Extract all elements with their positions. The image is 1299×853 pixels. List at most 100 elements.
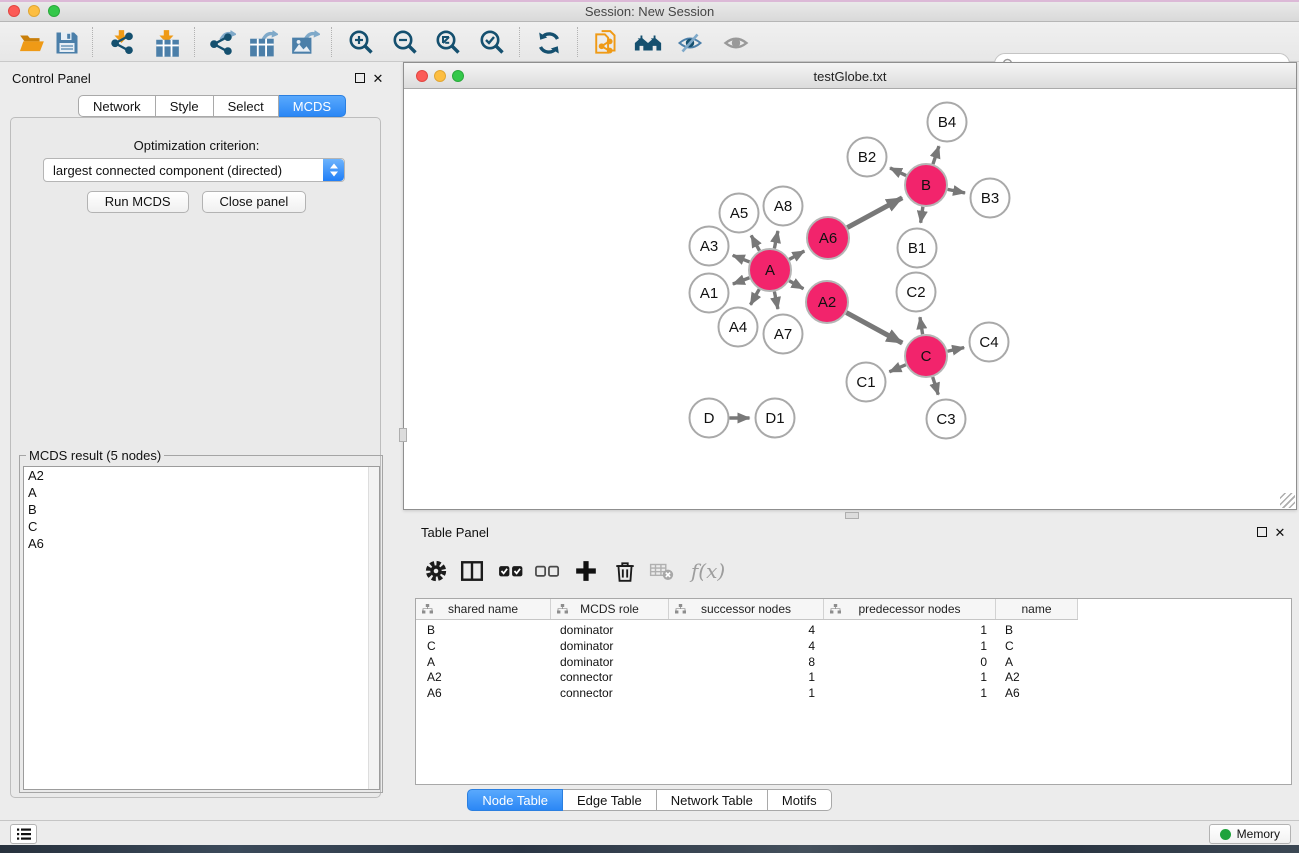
tab-motifs[interactable]: Motifs: [768, 789, 832, 811]
tab-node-table[interactable]: Node Table: [467, 789, 563, 811]
export-image-icon[interactable]: [290, 29, 320, 57]
graph-node-B2[interactable]: B2: [848, 138, 887, 177]
graph-node-B[interactable]: B: [905, 164, 947, 206]
mcds-result-item[interactable]: A: [24, 484, 379, 501]
graph-node-C1[interactable]: C1: [847, 363, 886, 402]
graph-node-C4[interactable]: C4: [970, 323, 1009, 362]
column-header-name[interactable]: name: [996, 599, 1078, 619]
tab-network[interactable]: Network: [78, 95, 156, 117]
zoom-in-icon[interactable]: [346, 29, 376, 57]
graph-node-A4[interactable]: A4: [719, 308, 758, 347]
edge-C-C1[interactable]: [889, 365, 905, 372]
close-panel-button[interactable]: Close panel: [202, 191, 307, 213]
column-header-shared-name[interactable]: shared name: [416, 599, 551, 619]
column-header-predecessor-nodes[interactable]: predecessor nodes: [824, 599, 996, 619]
graph-node-C2[interactable]: C2: [897, 273, 936, 312]
mcds-result-item[interactable]: A6: [24, 535, 379, 552]
import-network-from-file-icon[interactable]: [107, 29, 137, 57]
network-graph-canvas[interactable]: B4 B2 B B3 A8A5 A6 B1 A3 A C2 A1 A2 A4A7 C4 C C1 C3 D D1: [404, 89, 1296, 510]
column-header-successor-nodes[interactable]: successor nodes: [669, 599, 824, 619]
graph-node-A5[interactable]: A5: [720, 194, 759, 233]
edge-A-A4[interactable]: [750, 289, 759, 305]
vertical-splitter-grip[interactable]: [399, 428, 407, 442]
edge-A-A2[interactable]: [789, 281, 803, 289]
column-header-MCDS-role[interactable]: MCDS role: [551, 599, 669, 619]
show-panels-button[interactable]: [10, 824, 37, 844]
edge-A-A5[interactable]: [751, 235, 759, 250]
table-row-A2[interactable]: A2connector11A2: [416, 669, 1293, 685]
first-neighbors-icon[interactable]: [633, 29, 663, 57]
new-network-from-file-icon[interactable]: [592, 29, 622, 57]
edge-A6-B[interactable]: [847, 198, 902, 228]
tab-edge-table[interactable]: Edge Table: [563, 789, 657, 811]
show-graphics-details-icon[interactable]: [721, 29, 751, 57]
close-table-panel-icon[interactable]: ✕: [1274, 527, 1286, 539]
graph-node-D1[interactable]: D1: [756, 399, 795, 438]
zoom-selected-region-icon[interactable]: [477, 29, 507, 57]
table-row-B[interactable]: Bdominator41B: [416, 622, 1293, 638]
float-panel-icon[interactable]: [355, 73, 365, 83]
edge-A-A6[interactable]: [789, 251, 804, 259]
close-panel-icon[interactable]: ✕: [372, 73, 384, 85]
graph-node-B3[interactable]: B3: [971, 179, 1010, 218]
graph-node-A2[interactable]: A2: [806, 281, 848, 323]
edge-B-B4[interactable]: [933, 146, 939, 164]
select-all-rows-icon[interactable]: [494, 554, 528, 588]
zoom-fit-content-icon[interactable]: [433, 29, 463, 57]
edge-A-A7[interactable]: [774, 292, 778, 309]
mcds-result-item[interactable]: C: [24, 518, 379, 535]
table-row-A6[interactable]: A6connector11A6: [416, 685, 1293, 701]
mcds-result-item[interactable]: A2: [24, 467, 379, 484]
graph-node-A6[interactable]: A6: [807, 217, 849, 259]
add-column-icon[interactable]: [569, 554, 603, 588]
criterion-dropdown[interactable]: largest connected component (directed): [43, 158, 345, 182]
edge-B-B3[interactable]: [948, 189, 965, 193]
hide-graphics-details-icon[interactable]: [675, 29, 705, 57]
graph-node-B4[interactable]: B4: [928, 103, 967, 142]
open-session-icon[interactable]: [17, 29, 47, 57]
graph-node-A7[interactable]: A7: [764, 315, 803, 354]
export-table-icon[interactable]: [248, 29, 278, 57]
edge-A-A1[interactable]: [733, 278, 750, 284]
horizontal-splitter-grip[interactable]: [845, 512, 859, 519]
edge-B-B1[interactable]: [921, 207, 923, 223]
show-column-icon[interactable]: [455, 554, 489, 588]
import-table-from-file-icon[interactable]: [152, 29, 182, 57]
export-network-icon[interactable]: [207, 29, 237, 57]
mcds-result-item[interactable]: B: [24, 501, 379, 518]
edge-B-B2[interactable]: [890, 168, 906, 176]
edge-A-A3[interactable]: [733, 255, 750, 262]
table-settings-icon[interactable]: [419, 554, 453, 588]
zoom-out-icon[interactable]: [390, 29, 420, 57]
network-window-titlebar[interactable]: testGlobe.txt: [404, 63, 1296, 89]
graph-node-B1[interactable]: B1: [898, 229, 937, 268]
graph-node-C[interactable]: C: [905, 335, 947, 377]
mcds-list-scrollbar[interactable]: [368, 467, 379, 789]
mcds-result-list[interactable]: A2ABCA6: [23, 466, 380, 790]
table-row-C[interactable]: Cdominator41C: [416, 638, 1293, 654]
edge-C-C3[interactable]: [933, 377, 939, 395]
tab-style[interactable]: Style: [156, 95, 214, 117]
graph-node-A1[interactable]: A1: [690, 274, 729, 313]
apply-preferred-layout-icon[interactable]: [534, 29, 564, 57]
edge-A-A8[interactable]: [774, 231, 778, 248]
delete-column-icon[interactable]: [608, 554, 642, 588]
deselect-all-rows-icon[interactable]: [530, 554, 564, 588]
graph-node-A3[interactable]: A3: [690, 227, 729, 266]
save-session-icon[interactable]: [52, 29, 82, 57]
edge-A2-C[interactable]: [846, 313, 902, 344]
graph-node-C3[interactable]: C3: [927, 400, 966, 439]
graph-node-A[interactable]: A: [749, 249, 791, 291]
table-row-A[interactable]: Adominator80A: [416, 654, 1293, 670]
tab-select[interactable]: Select: [214, 95, 279, 117]
tab-mcds[interactable]: MCDS: [279, 95, 346, 117]
tab-network-table[interactable]: Network Table: [657, 789, 768, 811]
graph-node-A8[interactable]: A8: [764, 187, 803, 226]
float-table-panel-icon[interactable]: [1257, 527, 1267, 537]
edge-C-C4[interactable]: [947, 348, 964, 352]
run-mcds-button[interactable]: Run MCDS: [87, 191, 189, 213]
window-resize-grip[interactable]: [1280, 493, 1295, 508]
edge-C-C2[interactable]: [920, 317, 923, 334]
graph-node-D[interactable]: D: [690, 399, 729, 438]
memory-button[interactable]: Memory: [1209, 824, 1291, 844]
